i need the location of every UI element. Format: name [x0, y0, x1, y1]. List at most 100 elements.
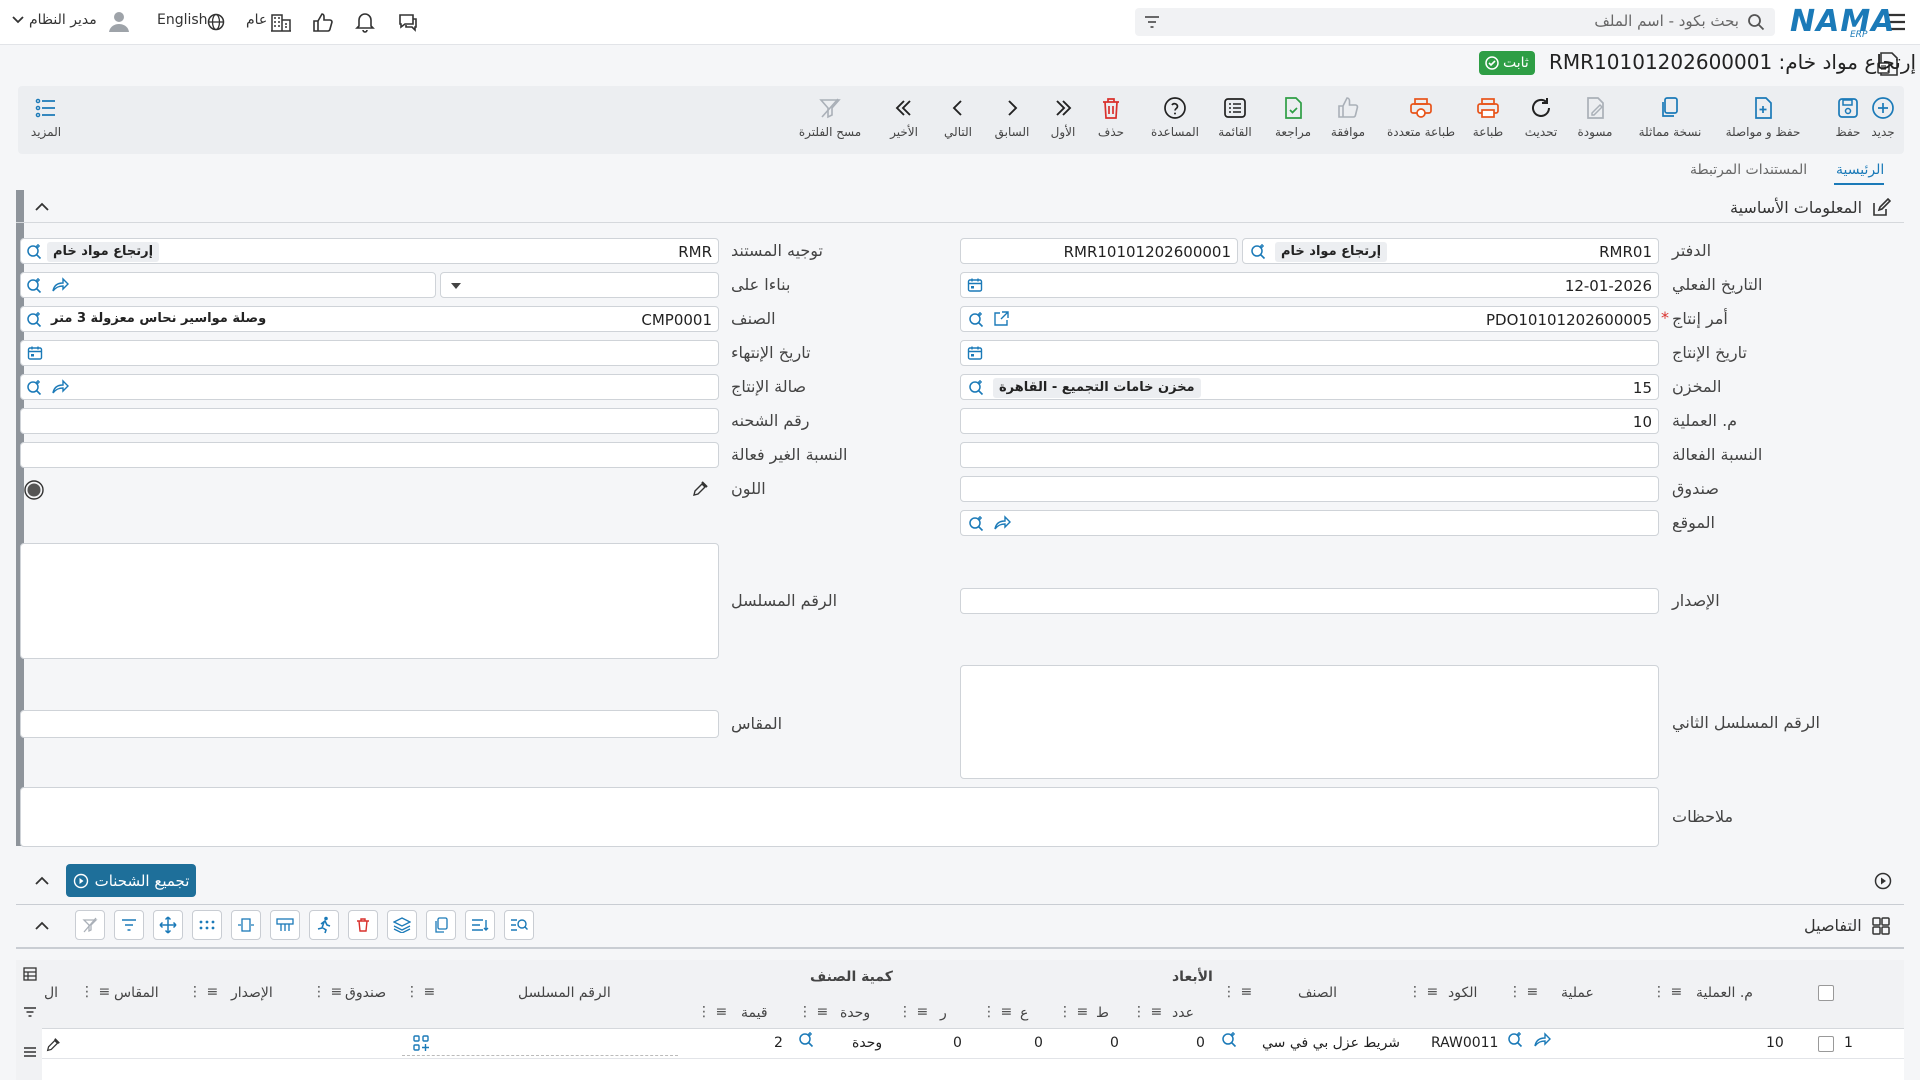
col-count[interactable]: عدد	[1172, 1005, 1194, 1021]
cell-op-no[interactable]: 10	[1766, 1035, 1784, 1051]
col-unit[interactable]: وحدة	[840, 1005, 870, 1021]
row-checkbox[interactable]	[1818, 1036, 1834, 1052]
collect-lots-button[interactable]: تجميع الشحنات	[66, 864, 196, 897]
refresh-button[interactable]: تحديث	[1516, 86, 1566, 154]
search-plus-icon[interactable]	[25, 379, 43, 397]
search-plus-icon[interactable]	[967, 515, 985, 533]
col-width-menu[interactable]: ⋮ ≡	[982, 1004, 1012, 1020]
delete-button[interactable]: حذف	[1091, 86, 1131, 154]
search-plus-icon[interactable]	[25, 311, 43, 329]
col-operation[interactable]: عملية	[1561, 985, 1594, 1001]
col-op-no-menu[interactable]: ⋮ ≡	[1652, 984, 1682, 1000]
filter-tool[interactable]	[114, 910, 144, 940]
select-all-checkbox[interactable]	[1818, 985, 1834, 1001]
caret-down-icon[interactable]	[451, 283, 461, 289]
search-plus-icon[interactable]	[797, 1031, 815, 1049]
building-icon[interactable]	[270, 11, 292, 33]
box-field[interactable]	[960, 476, 1659, 502]
operation-no-field[interactable]: 10	[960, 408, 1659, 434]
col-size-menu[interactable]: ⋮ ≡	[80, 984, 110, 1000]
list-button[interactable]: القائمة	[1210, 86, 1260, 154]
delete-row-tool[interactable]	[348, 910, 378, 940]
item-field[interactable]: CMP0001 وصلة مواسير نحاس معزولة 3 متر	[20, 306, 719, 332]
dots-tool[interactable]	[192, 910, 222, 940]
end-date-field[interactable]	[20, 340, 719, 366]
search-plus-icon[interactable]	[967, 311, 985, 329]
production-date-field[interactable]	[960, 340, 1659, 366]
search-plus-icon[interactable]	[25, 277, 43, 295]
second-serial-textarea[interactable]	[960, 665, 1659, 779]
col-length-menu[interactable]: ⋮ ≡	[1058, 1004, 1088, 1020]
menu-lines-icon[interactable]	[22, 1044, 38, 1060]
col-value[interactable]: قيمة	[741, 1005, 768, 1021]
chevron-down-icon[interactable]	[12, 15, 24, 25]
cell-height[interactable]: 0	[953, 1035, 962, 1051]
search-plus-icon[interactable]	[25, 243, 43, 261]
tab-main[interactable]: الرئيسية	[1836, 162, 1884, 178]
search-plus-icon[interactable]	[967, 379, 985, 397]
eyedropper-icon[interactable]	[691, 480, 709, 498]
production-hall-field[interactable]	[20, 374, 719, 400]
globe-icon[interactable]	[206, 12, 226, 32]
col-item[interactable]: الصنف	[1298, 985, 1337, 1001]
add-grid-icon[interactable]	[412, 1034, 430, 1052]
effective-ratio-field[interactable]	[960, 442, 1659, 468]
insert-row-tool[interactable]	[270, 910, 300, 940]
move-tool[interactable]	[153, 910, 183, 940]
filter-lines-icon[interactable]	[22, 1004, 38, 1020]
warehouse-field[interactable]: 15 مخزن خامات التجميع - القاهرة	[960, 374, 1659, 400]
thumbs-up-icon[interactable]	[312, 11, 334, 33]
search-plus-icon[interactable]	[1249, 243, 1267, 261]
col-height-menu[interactable]: ⋮ ≡	[898, 1004, 928, 1020]
notes-textarea[interactable]	[20, 787, 1659, 847]
avatar-icon[interactable]	[106, 8, 132, 34]
col-length[interactable]: ط	[1096, 1005, 1109, 1021]
more-button[interactable]: المزيد	[26, 86, 66, 154]
cell-value[interactable]: 2	[774, 1035, 783, 1051]
draft-button[interactable]: مسودة	[1570, 86, 1620, 154]
color-swatch-icon[interactable]	[24, 480, 44, 500]
eyedropper-icon[interactable]	[45, 1037, 61, 1053]
col-height[interactable]: ر	[940, 1005, 947, 1021]
general-label[interactable]: عام	[246, 12, 267, 28]
col-cut[interactable]: ال	[44, 985, 58, 1001]
chevron-up-icon[interactable]	[34, 918, 50, 934]
doc-code-field[interactable]: RMR10101202600001	[960, 238, 1238, 264]
run-tool[interactable]	[309, 910, 339, 940]
column-width-tool[interactable]	[231, 910, 261, 940]
col-count-menu[interactable]: ⋮ ≡	[1132, 1004, 1162, 1020]
previous-button[interactable]: السابق	[990, 86, 1034, 154]
size-field[interactable]	[20, 710, 719, 738]
actual-date-field[interactable]: 12-01-2026	[960, 272, 1659, 298]
book-field[interactable]: RMR01 إرتجاع مواد خام	[1242, 238, 1659, 264]
col-revision-menu[interactable]: ⋮ ≡	[188, 984, 218, 1000]
first-button[interactable]: الأول	[1043, 86, 1083, 154]
print-button[interactable]: طباعة	[1463, 86, 1513, 154]
clear-filter-button[interactable]: مسح الفلترة	[790, 86, 870, 154]
ineffective-ratio-field[interactable]	[20, 442, 719, 468]
share-arrow-icon[interactable]	[51, 277, 69, 293]
cell-width[interactable]: 0	[1034, 1035, 1043, 1051]
calendar-icon[interactable]	[967, 277, 983, 293]
chat-icon[interactable]	[396, 11, 420, 33]
help-button[interactable]: المساعدة	[1145, 86, 1205, 154]
doc-direction-field[interactable]: RMR إرتجاع مواد خام	[20, 238, 719, 264]
language-switch[interactable]: English	[157, 12, 208, 28]
share-arrow-icon[interactable]	[993, 515, 1011, 531]
cell-length[interactable]: 0	[1110, 1035, 1119, 1051]
tab-related-docs[interactable]: المستندات المرتبطة	[1690, 162, 1807, 178]
col-code[interactable]: الكود	[1448, 985, 1477, 1001]
revision-field[interactable]	[960, 588, 1659, 614]
table-row[interactable]	[42, 1028, 1904, 1059]
new-button[interactable]: جديد	[1863, 86, 1903, 154]
col-operation-menu[interactable]: ⋮ ≡	[1508, 984, 1538, 1000]
approve-button[interactable]: موافقة	[1323, 86, 1373, 154]
table-icon[interactable]	[22, 966, 38, 982]
col-item-menu[interactable]: ⋮ ≡	[1222, 984, 1252, 1000]
col-box[interactable]: صندوق	[345, 985, 386, 1001]
col-size[interactable]: المقاس	[114, 985, 159, 1001]
bell-icon[interactable]	[354, 11, 376, 33]
col-width[interactable]: ع	[1020, 1005, 1028, 1021]
location-field[interactable]	[960, 510, 1659, 536]
cell-code[interactable]: RAW0011	[1431, 1035, 1498, 1051]
